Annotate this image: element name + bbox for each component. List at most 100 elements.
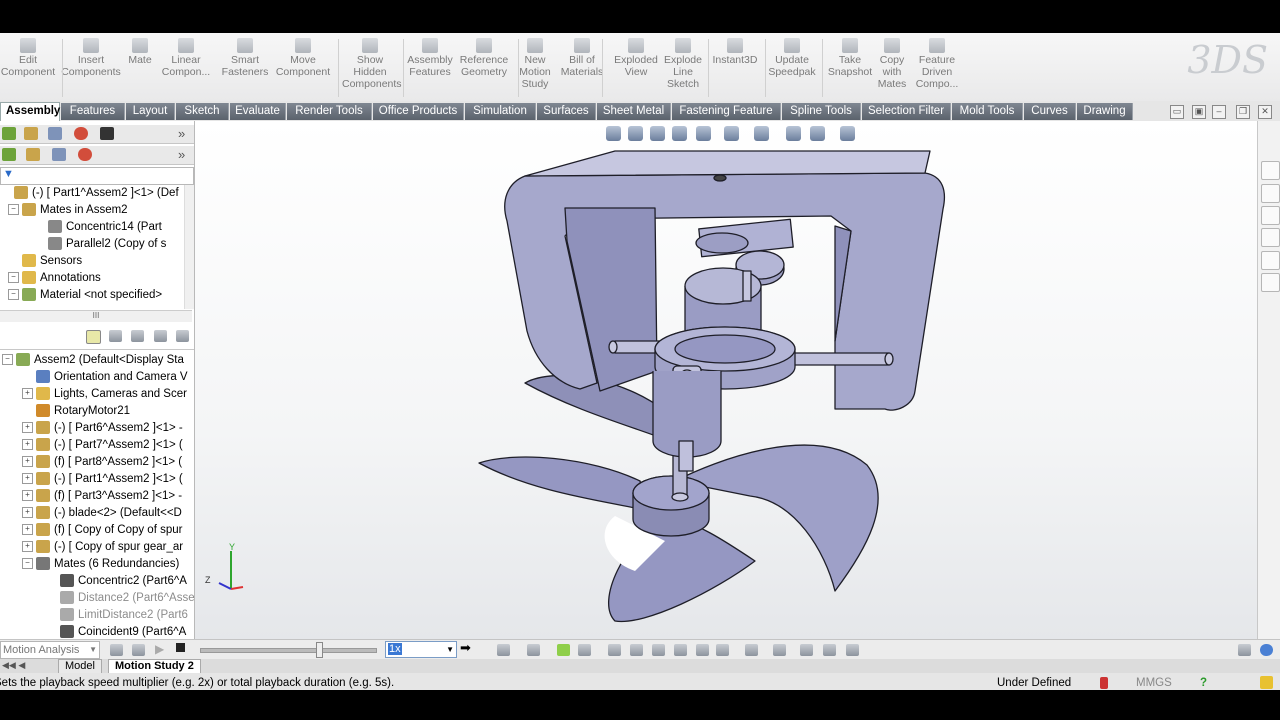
damper-icon[interactable] bbox=[652, 644, 665, 656]
tree-toggle-icon[interactable]: − bbox=[8, 204, 19, 216]
appearances-icon[interactable] bbox=[1261, 251, 1280, 270]
tree-item[interactable]: − Mates (6 Redundancies) bbox=[22, 556, 179, 573]
tree-item[interactable]: + (-) [ Copy of spur gear_ar bbox=[22, 539, 183, 556]
tree-toggle-icon[interactable]: + bbox=[22, 439, 33, 451]
smart-fasteners-button[interactable]: Smart Fasteners bbox=[220, 36, 270, 78]
tree-item[interactable]: + (-) [ Part7^Assem2 ]<1> ( bbox=[22, 437, 183, 454]
tree-item[interactable]: + (-) [ Part1^Assem2 ]<1> ( bbox=[22, 471, 183, 488]
tab-sketch[interactable]: Sketch bbox=[176, 103, 229, 120]
tab-surfaces[interactable]: Surfaces bbox=[537, 103, 596, 120]
assembly-model[interactable] bbox=[195, 121, 1257, 639]
tree-toggle-icon[interactable]: − bbox=[8, 289, 19, 301]
file-explorer-icon[interactable] bbox=[1261, 206, 1280, 225]
contact-icon[interactable] bbox=[696, 644, 709, 656]
tree-item[interactable]: Orientation and Camera V bbox=[36, 369, 188, 386]
display-manager-icon[interactable] bbox=[74, 127, 88, 140]
filter-toggle-icon[interactable] bbox=[86, 330, 101, 344]
calculate-icon[interactable] bbox=[110, 644, 123, 656]
autokey-icon[interactable] bbox=[557, 644, 570, 656]
tile-icon[interactable]: ▣ bbox=[1192, 105, 1206, 119]
maximize-icon[interactable]: ❐ bbox=[1236, 105, 1250, 119]
restore-icon[interactable]: ▭ bbox=[1170, 105, 1184, 119]
tab-spline-tools[interactable]: Spline Tools bbox=[782, 103, 861, 120]
mate-button[interactable]: Mate bbox=[120, 36, 160, 66]
feature-manager-icon[interactable] bbox=[2, 127, 16, 140]
display-manager-icon[interactable] bbox=[78, 148, 92, 161]
tree-item[interactable]: Concentric14 (Part bbox=[48, 219, 162, 236]
tab-render-tools[interactable]: Render Tools bbox=[287, 103, 372, 120]
tree-item[interactable]: + Lights, Cameras and Scer bbox=[22, 386, 187, 403]
tab-layout[interactable]: Layout bbox=[126, 103, 175, 120]
stop-icon[interactable] bbox=[176, 643, 185, 652]
view-orientation-icon[interactable] bbox=[696, 126, 711, 141]
tab-scroll-left-icon[interactable]: ◀◀ ◀ bbox=[2, 660, 25, 671]
tree-item[interactable]: + (f) [ Part8^Assem2 ]<1> ( bbox=[22, 454, 182, 471]
feature-driven-button[interactable]: Feature Driven Compo... bbox=[908, 36, 966, 90]
filter-features-icon[interactable] bbox=[131, 330, 144, 342]
tree-item[interactable]: (-) [ Part1^Assem2 ]<1> (Def bbox=[14, 185, 179, 202]
tree-item[interactable]: + (-) blade<2> (Default<<D bbox=[22, 505, 182, 522]
edit-appearance-icon[interactable] bbox=[786, 126, 801, 141]
minimize-icon[interactable]: – bbox=[1212, 105, 1226, 119]
tree-item[interactable]: + (f) [ Copy of Copy of spur bbox=[22, 522, 182, 539]
tree-toggle-icon[interactable]: + bbox=[22, 456, 33, 468]
tab-curves[interactable]: Curves bbox=[1024, 103, 1076, 120]
configuration-manager-icon[interactable] bbox=[52, 148, 66, 161]
speedpak-button[interactable]: Update Speedpak bbox=[762, 36, 822, 78]
results-plots-icon[interactable] bbox=[745, 644, 758, 656]
motion-study-properties-icon[interactable] bbox=[773, 644, 786, 656]
tab-office-products[interactable]: Office Products bbox=[373, 103, 464, 120]
tree-item[interactable]: Distance2 (Part6^Asse bbox=[60, 590, 194, 607]
home-icon[interactable] bbox=[1261, 161, 1280, 180]
zoom-to-fit-icon[interactable] bbox=[606, 126, 621, 141]
tree-toggle-icon[interactable]: + bbox=[22, 490, 33, 502]
tree-item[interactable]: − Mates in Assem2 bbox=[8, 202, 128, 219]
zoom-area-icon[interactable] bbox=[628, 126, 643, 141]
playback-slider[interactable] bbox=[200, 648, 377, 653]
linear-pattern-button[interactable]: Linear Compon... bbox=[156, 36, 216, 78]
upper-tree-scrollbar[interactable] bbox=[184, 185, 194, 309]
property-manager-icon[interactable] bbox=[26, 148, 40, 161]
tab-evaluate[interactable]: Evaluate bbox=[230, 103, 286, 120]
tree-toggle-icon[interactable]: + bbox=[22, 541, 33, 553]
view-palette-icon[interactable] bbox=[1261, 228, 1280, 247]
tree-toggle-icon[interactable]: + bbox=[22, 473, 33, 485]
help-icon[interactable] bbox=[1260, 644, 1273, 656]
tab-motion-study-2[interactable]: Motion Study 2 bbox=[108, 659, 201, 674]
assembly-features-button[interactable]: Assembly Features bbox=[400, 36, 460, 78]
display-style-icon[interactable] bbox=[724, 126, 739, 141]
animation-wizard-icon[interactable] bbox=[527, 644, 540, 656]
view-settings-icon[interactable] bbox=[840, 126, 855, 141]
apply-scene-icon[interactable] bbox=[810, 126, 825, 141]
panel-expand-icon[interactable]: » bbox=[178, 147, 185, 162]
play-icon[interactable]: ▶ bbox=[155, 642, 164, 656]
tab-model[interactable]: Model bbox=[58, 659, 102, 674]
dimxpert-icon[interactable] bbox=[100, 127, 114, 140]
motor-icon[interactable] bbox=[608, 644, 621, 656]
custom-properties-icon[interactable] bbox=[1261, 273, 1280, 292]
help-question-icon[interactable]: ? bbox=[1200, 673, 1207, 690]
feature-manager-icon[interactable] bbox=[2, 148, 16, 161]
close-icon[interactable]: ✕ bbox=[1258, 105, 1272, 119]
spring-icon[interactable] bbox=[630, 644, 643, 656]
explode-line-button[interactable]: Explode Line Sketch bbox=[656, 36, 710, 90]
collapse-icon[interactable] bbox=[800, 644, 813, 656]
section-view-icon[interactable] bbox=[672, 126, 687, 141]
horizontal-scrollbar[interactable]: III bbox=[0, 310, 192, 322]
toolbar-options-icon[interactable] bbox=[1260, 676, 1273, 689]
filter-animated-icon[interactable] bbox=[823, 644, 836, 656]
tab-sheet-metal[interactable]: Sheet Metal bbox=[597, 103, 671, 120]
gravity-icon[interactable] bbox=[716, 644, 729, 656]
design-library-icon[interactable] bbox=[1261, 184, 1280, 203]
show-hidden-button[interactable]: Show Hidden Components bbox=[342, 36, 402, 90]
filter-driving-icon[interactable] bbox=[846, 644, 859, 656]
tab-fastening-feature[interactable]: Fastening Feature bbox=[672, 103, 781, 120]
hide-show-items-icon[interactable] bbox=[754, 126, 769, 141]
insert-components-button[interactable]: Insert Components bbox=[58, 36, 124, 78]
tree-item[interactable]: + (f) [ Part3^Assem2 ]<1> - bbox=[22, 488, 182, 505]
tree-item[interactable]: Concentric2 (Part6^A bbox=[60, 573, 187, 590]
panel-expand-icon[interactable]: » bbox=[178, 126, 185, 141]
instant3d-button[interactable]: Instant3D bbox=[704, 36, 766, 66]
tree-toggle-icon[interactable]: + bbox=[22, 422, 33, 434]
configuration-manager-icon[interactable] bbox=[48, 127, 62, 140]
